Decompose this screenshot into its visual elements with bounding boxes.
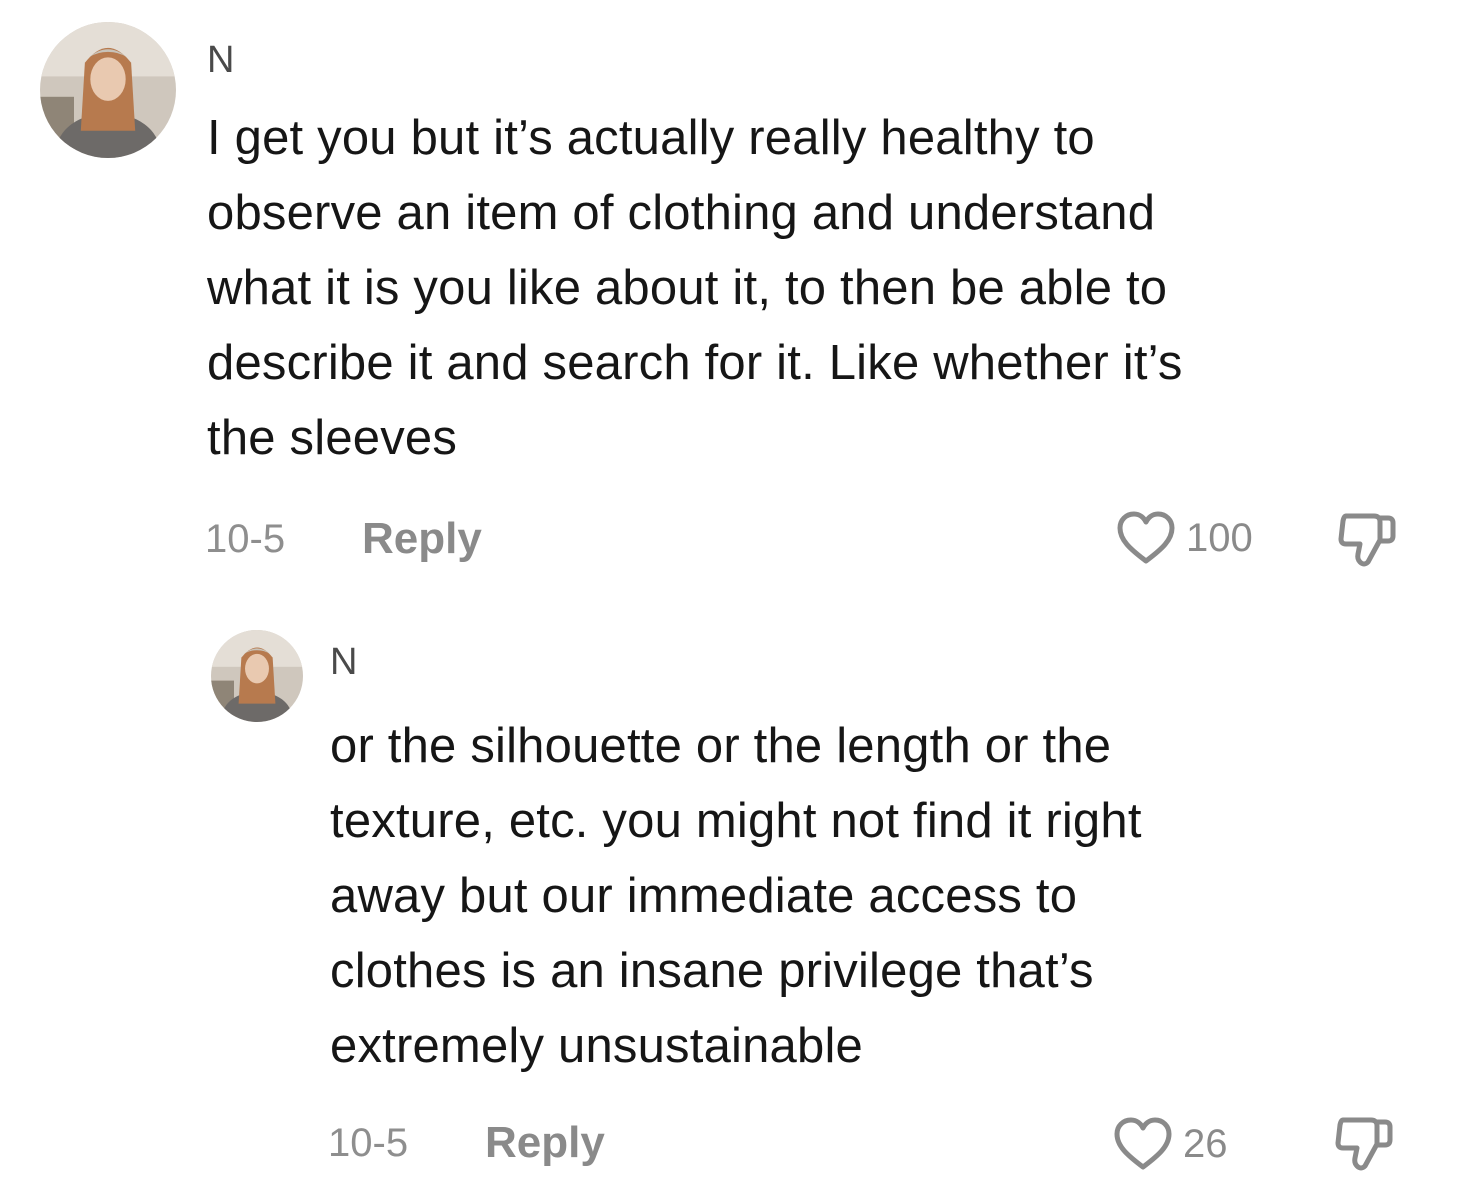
like-count: 26 [1183, 1122, 1228, 1166]
avatar[interactable] [211, 630, 303, 722]
comment-text-line: describe it and search for it. Like whet… [207, 336, 1183, 390]
like-button[interactable]: 100 [1116, 510, 1253, 566]
comment-text-line: clothes is an insane privilege that’s [330, 944, 1094, 998]
comment-text-line: texture, etc. you might not find it righ… [330, 794, 1142, 848]
comment-text-line: observe an item of clothing and understa… [207, 186, 1156, 240]
thumbs-down-icon[interactable] [1333, 1114, 1395, 1174]
comment-text: or the silhouette or the length or the t… [330, 709, 1142, 1084]
comment-reply: N or the silhouette or the length or the… [0, 600, 1460, 1199]
comment-text-line: the sleeves [207, 411, 458, 465]
comment-text-line: extremely unsustainable [330, 1019, 864, 1073]
comment-date: 10-5 [205, 517, 286, 561]
comment-username[interactable]: N [330, 640, 357, 684]
like-count: 100 [1186, 516, 1253, 560]
heart-outline-icon [1113, 1116, 1173, 1172]
reply-button[interactable]: Reply [362, 514, 482, 564]
comment-text: I get you but it’s actually really healt… [207, 101, 1183, 476]
comment-username[interactable]: N [207, 38, 234, 82]
like-button[interactable]: 26 [1113, 1116, 1228, 1172]
avatar[interactable] [40, 22, 176, 158]
heart-outline-icon [1116, 510, 1176, 566]
thumbs-down-icon[interactable] [1336, 510, 1398, 570]
comment-text-line: away but our immediate access to [330, 869, 1078, 923]
reply-button[interactable]: Reply [485, 1118, 605, 1168]
comment-text-line: I get you but it’s actually really healt… [207, 111, 1095, 165]
comment-text-line: or the silhouette or the length or the [330, 719, 1112, 773]
comment: N I get you but it’s actually really hea… [0, 0, 1460, 600]
comment-text-line: what it is you like about it, to then be… [207, 261, 1168, 315]
comment-date: 10-5 [328, 1121, 409, 1165]
